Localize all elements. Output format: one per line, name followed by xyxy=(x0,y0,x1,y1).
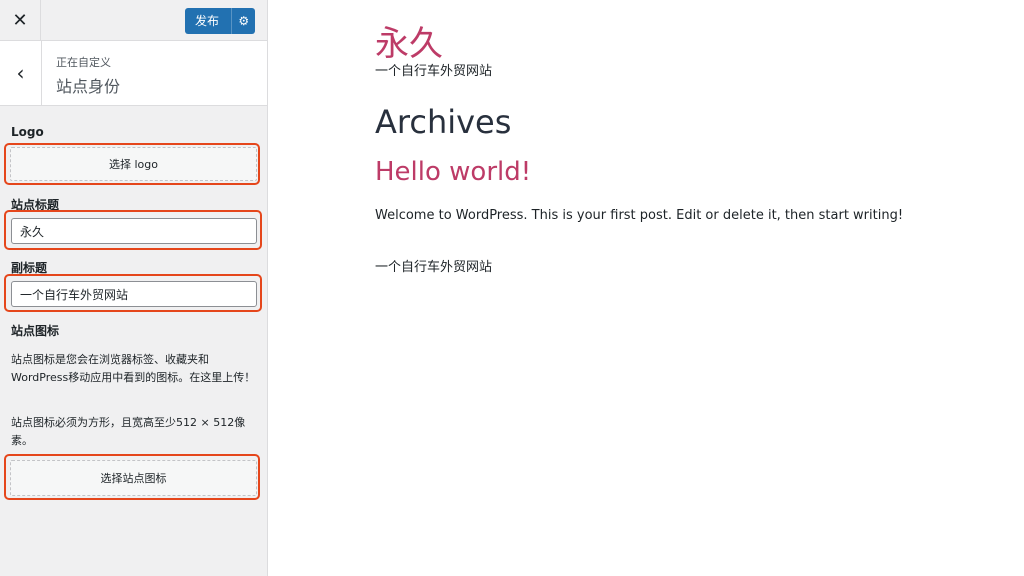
customizer-topbar: ✕ 发布 ⚙ xyxy=(0,0,267,41)
tagline-input[interactable] xyxy=(11,281,257,307)
select-site-icon-button[interactable]: 选择站点图标 xyxy=(10,460,257,496)
site-preview: 永久 一个自行车外贸网站 Archives Hello world! Welco… xyxy=(268,0,1024,576)
site-icon-description: 站点图标是您会在浏览器标签、收藏夹和WordPress移动应用中看到的图标。在这… xyxy=(11,353,256,384)
section-title: 站点身份 xyxy=(56,77,121,96)
site-title-label: 站点标题 xyxy=(11,198,60,212)
site-icon-label: 站点图标 xyxy=(11,324,60,338)
select-logo-button[interactable]: 选择 logo xyxy=(10,147,257,181)
archives-heading: Archives xyxy=(375,103,512,141)
footer-tagline: 一个自行车外贸网站 xyxy=(375,260,493,275)
site-icon-requirements: 站点图标必须为方形，且宽高至少512 × 512像素。 xyxy=(11,416,246,447)
preview-site-title[interactable]: 永久 xyxy=(375,16,443,65)
site-title-input[interactable] xyxy=(11,218,257,244)
publish-group: 发布 ⚙ xyxy=(185,8,255,34)
preview-site-tagline: 一个自行车外贸网站 xyxy=(375,64,493,79)
tagline-label: 副标题 xyxy=(11,261,48,275)
close-icon[interactable]: ✕ xyxy=(0,0,41,40)
logo-label: Logo xyxy=(11,125,44,139)
gear-icon[interactable]: ⚙ xyxy=(231,8,255,34)
publish-button[interactable]: 发布 xyxy=(185,8,231,34)
section-header: ‹ 正在自定义 站点身份 xyxy=(0,41,267,106)
customizing-label: 正在自定义 xyxy=(56,56,111,69)
customizer-sidebar: ✕ 发布 ⚙ ‹ 正在自定义 站点身份 Logo 选择 logo 站点标题 副标… xyxy=(0,0,268,576)
post-excerpt: Welcome to WordPress. This is your first… xyxy=(375,208,904,223)
post-title-link[interactable]: Hello world! xyxy=(375,157,531,187)
chevron-left-icon[interactable]: ‹ xyxy=(0,41,42,105)
